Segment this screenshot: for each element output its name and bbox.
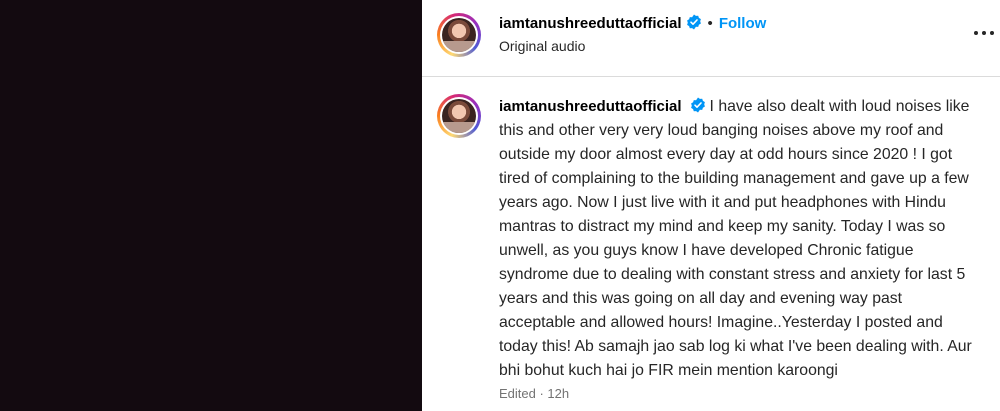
follow-button[interactable]: Follow bbox=[719, 15, 767, 32]
verified-badge-icon bbox=[686, 14, 701, 30]
header-username[interactable]: iamtanushreeduttaofficial bbox=[499, 15, 682, 32]
more-options-icon[interactable] bbox=[974, 22, 994, 42]
caption-text: I have also dealt with loud noises like … bbox=[499, 98, 972, 379]
verified-badge-icon bbox=[690, 97, 705, 113]
comment-meta: Edited · 12h bbox=[499, 386, 570, 401]
comment-avatar[interactable] bbox=[437, 94, 481, 138]
post-side-panel: iamtanushreeduttaofficial • Follow Origin… bbox=[422, 0, 1000, 411]
avatar[interactable] bbox=[437, 13, 481, 57]
avatar-photo bbox=[442, 99, 476, 133]
caption-username[interactable]: iamtanushreeduttaofficial bbox=[499, 98, 682, 115]
original-audio-link[interactable]: Original audio bbox=[499, 38, 585, 54]
avatar-photo bbox=[442, 18, 476, 52]
post-header: iamtanushreeduttaofficial • Follow Origin… bbox=[422, 0, 1000, 77]
header-separator: • bbox=[707, 15, 713, 32]
header-user-row: iamtanushreeduttaofficial • Follow bbox=[499, 14, 766, 33]
media-viewer[interactable] bbox=[0, 0, 422, 411]
caption-comment: iamtanushreeduttaofficial I have also de… bbox=[499, 95, 979, 383]
